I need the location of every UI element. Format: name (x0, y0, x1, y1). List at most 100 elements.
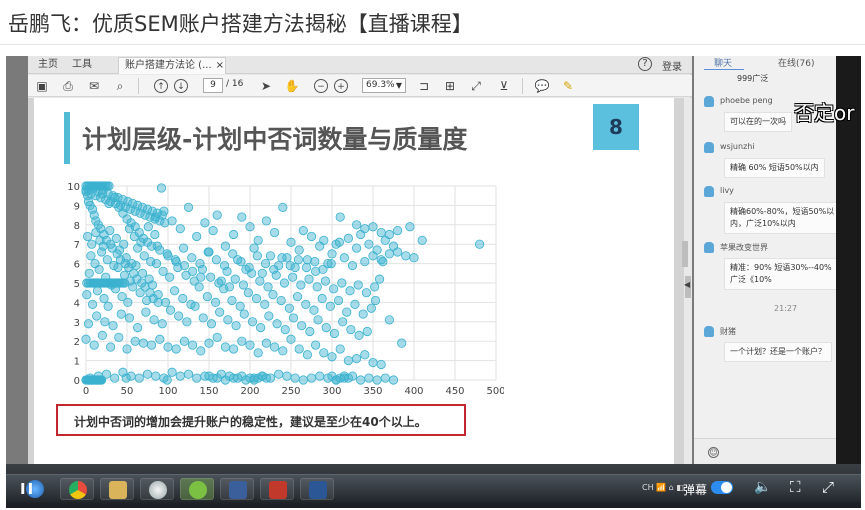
danmaku-toggle[interactable] (711, 481, 733, 494)
app-p-icon[interactable] (220, 478, 254, 500)
scatter-point (243, 288, 253, 298)
fit-screen-icon[interactable]: ⛶ (790, 478, 801, 496)
scatter-point (335, 212, 345, 222)
scatter-point (200, 218, 210, 228)
scatter-point (321, 323, 331, 333)
x-tick-label: 200 (240, 386, 259, 397)
scatter-point (237, 371, 247, 381)
scatter-point (157, 210, 167, 220)
scatter-point (360, 224, 370, 234)
y-tick-label: 7 (74, 240, 80, 251)
search-icon[interactable]: ⌕ (112, 78, 128, 94)
folder-icon[interactable] (100, 478, 134, 500)
scatter-point (252, 251, 262, 261)
login-link[interactable]: 登录 (662, 58, 682, 73)
tab-home[interactable]: 主页 (32, 57, 64, 74)
scatter-point (319, 235, 329, 245)
scatter-point (182, 317, 192, 327)
video-player[interactable]: 主页 工具 账户搭建方法论 (... × ? 登录 ▣ ⎙ ✉ ⌕ ↑ ↓ 9 /… (6, 56, 861, 508)
zoom-in-icon[interactable]: + (334, 79, 348, 93)
scatter-point (143, 222, 153, 232)
help-icon[interactable]: ? (638, 57, 652, 71)
down-arrow-icon[interactable]: ↓ (174, 79, 188, 93)
scatter-point (228, 249, 238, 259)
print-icon[interactable]: ⎙ (60, 78, 76, 94)
fit-width-icon[interactable]: ⊞ (442, 78, 458, 94)
chat-username: wsjunzhi (720, 142, 755, 151)
scatter-point (175, 371, 185, 381)
scatter-point (181, 270, 191, 280)
tab-chat[interactable]: 聊天 (714, 56, 732, 69)
scatter-point (231, 321, 241, 331)
collapse-handle-icon[interactable]: ◀ (684, 280, 690, 289)
scatter-point (329, 328, 340, 339)
scatter-point (417, 235, 427, 245)
close-icon[interactable]: × (216, 60, 224, 71)
fit-page-icon[interactable]: ⊐ (416, 78, 432, 94)
avatar (704, 186, 714, 197)
scatter-point (170, 255, 180, 265)
play-pause-icon[interactable]: II (20, 480, 35, 498)
chrome-icon[interactable] (60, 478, 94, 500)
scatter-point (255, 276, 265, 286)
scatter-point (214, 278, 224, 288)
tools-icon[interactable]: ⊻ (496, 78, 512, 94)
scatter-point (376, 359, 386, 370)
scatter-point (229, 373, 239, 383)
x-tick-label: 350 (363, 386, 382, 397)
scatter-point (268, 290, 278, 300)
scatter-point (237, 336, 247, 346)
scatter-point (263, 282, 273, 292)
pdf-viewer-window: 主页 工具 账户搭建方法论 (... × ? 登录 ▣ ⎙ ✉ ⌕ ↑ ↓ 9 /… (28, 56, 692, 464)
hand-icon[interactable]: ✋ (284, 78, 300, 94)
wechat-icon[interactable] (180, 478, 214, 500)
acrobat-logo-icon (269, 481, 287, 499)
scatter-point (372, 245, 382, 255)
fullscreen-icon[interactable]: ⤢ (468, 78, 484, 94)
zoom-select[interactable]: 69.3% ▼ (362, 78, 406, 93)
y-tick-label: 6 (74, 260, 80, 271)
scatter-point (206, 272, 216, 282)
highlighter-icon[interactable]: ✎ (560, 78, 576, 94)
scatter-point (310, 257, 320, 267)
up-arrow-icon[interactable]: ↑ (154, 79, 168, 93)
x-tick-label: 100 (158, 386, 177, 397)
scatter-point (294, 245, 304, 255)
x-tick-label: 50 (121, 386, 134, 397)
scatter-point (142, 369, 153, 379)
zoom-out-icon[interactable]: − (314, 79, 328, 93)
save-icon[interactable]: ▣ (34, 78, 50, 94)
volume-icon[interactable]: 🔈 (754, 479, 771, 495)
tab-tools[interactable]: 工具 (66, 57, 98, 74)
scatter-point (208, 226, 218, 236)
avatar (704, 96, 714, 107)
scatter-point (174, 311, 184, 321)
scatter-point (312, 282, 322, 292)
fullscreen-toggle-icon[interactable]: ⤢ (822, 478, 834, 496)
sep (138, 78, 139, 94)
y-tick-label: 2 (74, 337, 80, 348)
scatter-point (370, 282, 380, 292)
scatter-point (102, 255, 112, 265)
document-area[interactable]: 计划层级-计划中否词数量与质量度 8 0 1 2 3 4 5 6 7 8 9 10 0 50 100 150… (28, 98, 684, 464)
scatter-point (212, 332, 222, 342)
tab-document[interactable]: 账户搭建方法论 (... × (118, 57, 226, 74)
scatter-point (264, 311, 274, 321)
tab-online[interactable]: 在线(76) (778, 56, 814, 69)
scatter-point (235, 301, 245, 311)
pointer-icon[interactable]: ➤ (258, 78, 274, 94)
scatter-point (206, 319, 217, 329)
scatter-point (302, 350, 312, 360)
scatter-point (215, 307, 225, 317)
chat-username: 财猪 (720, 327, 736, 336)
scatter-point (155, 334, 165, 344)
comment-icon[interactable]: 💬 (534, 78, 550, 94)
chat-scrollbar-thumb[interactable] (682, 241, 688, 267)
itunes-icon[interactable] (140, 478, 174, 500)
mail-icon[interactable]: ✉ (86, 78, 102, 94)
word-icon[interactable] (300, 478, 334, 500)
page-number-input[interactable]: 9 (203, 78, 223, 93)
emoji-icon[interactable]: ☺ (708, 447, 719, 458)
pdf-app-icon[interactable] (260, 478, 294, 500)
scatter-point (335, 344, 345, 354)
